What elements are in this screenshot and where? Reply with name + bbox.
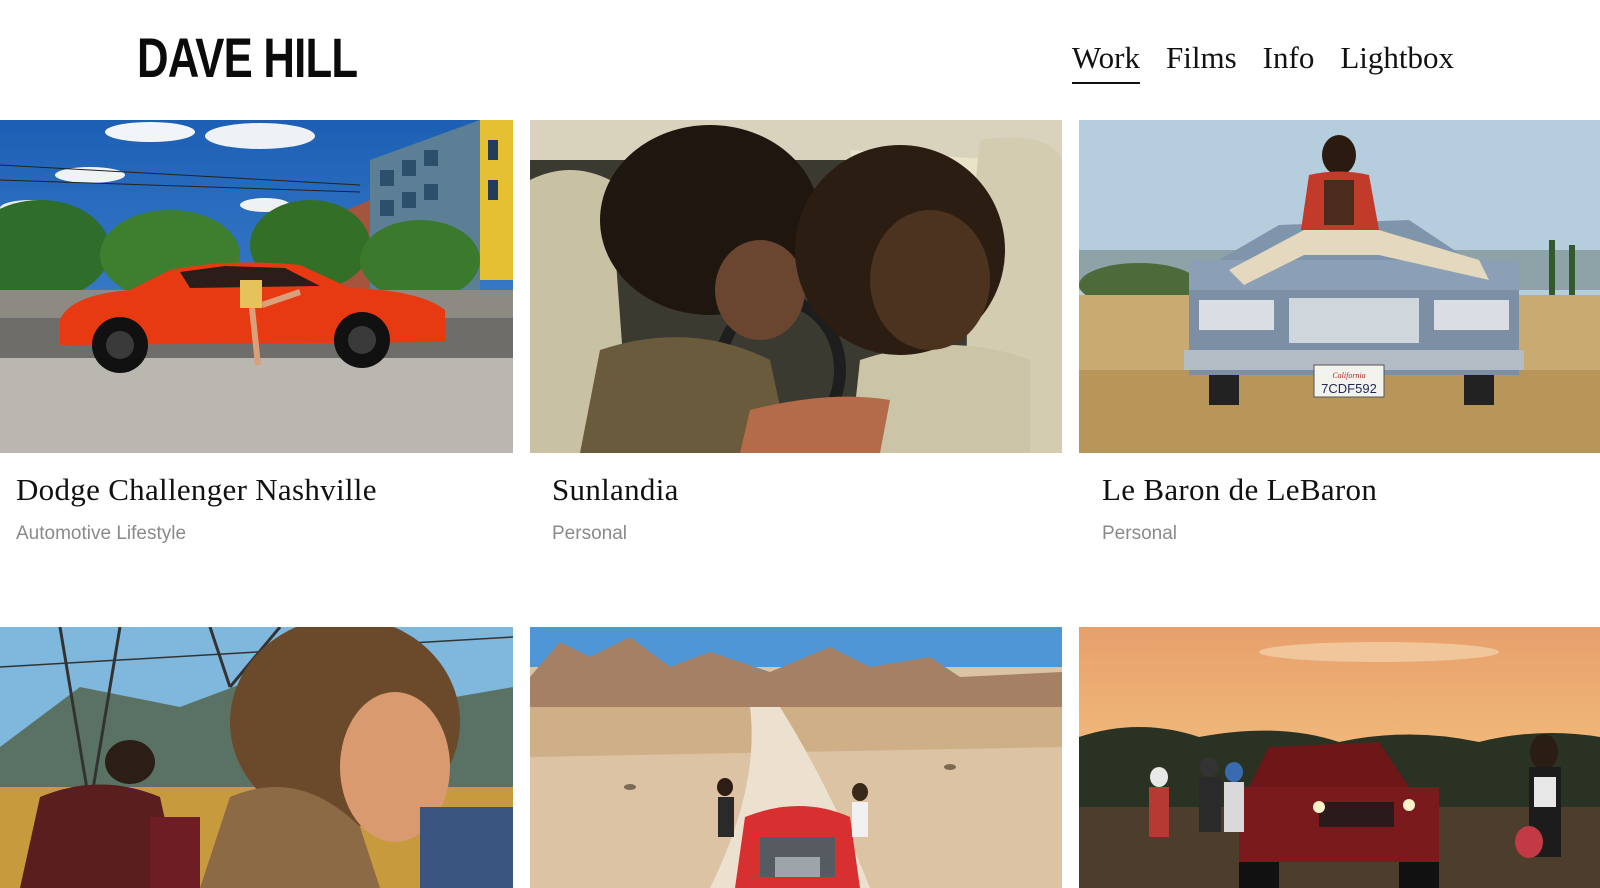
project-category: Personal	[1102, 523, 1177, 544]
project-thumbnail[interactable]	[530, 627, 1062, 888]
site-header: DAVE HILL Work Films Info Lightbox	[0, 0, 1600, 120]
nav-info[interactable]: Info	[1263, 38, 1315, 84]
main-nav: Work Films Info Lightbox	[1071, 38, 1454, 84]
project-category: Automotive Lifestyle	[16, 523, 187, 544]
site-logo[interactable]: DAVE HILL	[137, 28, 358, 88]
project-title[interactable]: Sunlandia	[552, 472, 679, 508]
project-title[interactable]: Le Baron de LeBaron	[1102, 472, 1377, 508]
project-thumbnail[interactable]: California 7CDF592	[1079, 120, 1600, 453]
nav-work[interactable]: Work	[1071, 38, 1141, 84]
project-thumbnail[interactable]	[0, 627, 513, 888]
project-thumbnail[interactable]	[0, 120, 513, 453]
project-category: Personal	[552, 523, 627, 544]
plate-state: California	[1332, 371, 1365, 380]
plate-number: 7CDF592	[1321, 381, 1377, 396]
project-title[interactable]: Dodge Challenger Nashville	[16, 472, 377, 508]
project-thumbnail[interactable]	[1079, 627, 1600, 888]
nav-lightbox[interactable]: Lightbox	[1340, 38, 1454, 84]
project-thumbnail[interactable]	[530, 120, 1062, 453]
nav-films[interactable]: Films	[1166, 38, 1237, 84]
